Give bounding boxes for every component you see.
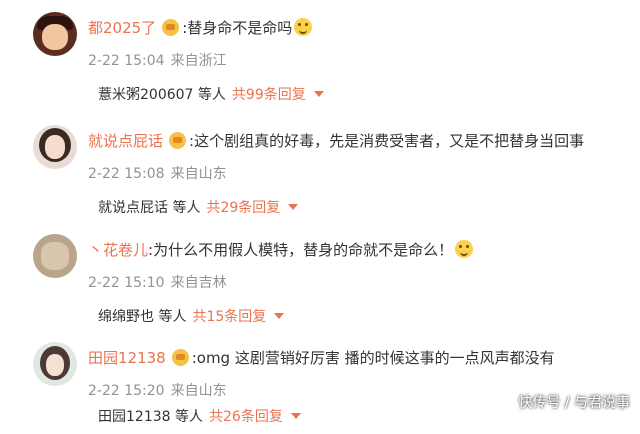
comment-body: 都2025了 :替身命不是命吗 <box>88 18 313 38</box>
username-link[interactable]: 丶花卷儿 <box>88 241 148 259</box>
caret-down-icon[interactable] <box>313 91 324 97</box>
reply-count-link[interactable]: 共15条回复 <box>192 309 266 325</box>
reply-names: 田园12138 等人 <box>98 409 203 425</box>
vip-crown-badge-icon <box>162 19 180 36</box>
comment-location: 来自浙江 <box>170 53 227 69</box>
caret-down-icon[interactable] <box>274 313 285 319</box>
comment-text: :omg 这剧营销好厉害 播的时候这事的一点风声都没有 <box>191 349 555 367</box>
comment-location: 来自山东 <box>170 166 227 182</box>
reply-count-link[interactable]: 共26条回复 <box>209 409 283 425</box>
vip-crown-badge-icon <box>171 349 189 366</box>
reply-summary[interactable]: 田园12138 等人 共26条回复 <box>98 406 301 426</box>
reply-count-link[interactable]: 共29条回复 <box>206 200 280 216</box>
comment-meta: 2-22 15:10 来自吉林 <box>88 272 227 292</box>
avatar[interactable] <box>33 12 77 56</box>
comment-body: 就说点屁话 :这个剧组真的好毒，先是消费受害者，又是不把替身当回事 <box>88 131 584 151</box>
smile-emoji-icon <box>294 18 313 36</box>
watermark: 快传号 / 与君说事 <box>518 395 630 411</box>
avatar[interactable] <box>33 234 77 278</box>
smile-emoji-icon <box>455 240 474 258</box>
caret-down-icon[interactable] <box>288 204 299 210</box>
comment-item: 田园12138 :omg 这剧营销好厉害 播的时候这事的一点风声都没有 2-22 … <box>0 330 640 434</box>
comment-text: :替身命不是命吗 <box>182 19 293 37</box>
comment-text: :这个剧组真的好毒，先是消费受害者，又是不把替身当回事 <box>189 132 585 150</box>
avatar[interactable] <box>33 125 77 169</box>
comment-meta: 2-22 15:20 来自山东 <box>88 380 227 400</box>
reply-names: 绵绵野也 等人 <box>98 309 187 325</box>
comment-item: 都2025了 :替身命不是命吗 2-22 15:04 来自浙江 薏米粥200607 … <box>0 0 640 104</box>
reply-summary[interactable]: 就说点屁话 等人 共29条回复 <box>98 197 299 217</box>
comment-time: 2-22 15:20 <box>88 383 165 399</box>
comment-body: 田园12138 :omg 这剧营销好厉害 播的时候这事的一点风声都没有 <box>88 348 555 368</box>
comment-location: 来自山东 <box>170 383 227 399</box>
comment-item: 丶花卷儿:为什么不用假人模特，替身的命就不是命么！ 2-22 15:10 来自吉林… <box>0 222 640 326</box>
username-link[interactable]: 就说点屁话 <box>88 132 163 150</box>
comment-item: 就说点屁话 :这个剧组真的好毒，先是消费受害者，又是不把替身当回事 2-22 15… <box>0 113 640 217</box>
comment-meta: 2-22 15:04 来自浙江 <box>88 50 227 70</box>
reply-summary[interactable]: 绵绵野也 等人 共15条回复 <box>98 306 285 326</box>
comment-time: 2-22 15:08 <box>88 166 165 182</box>
reply-count-link[interactable]: 共99条回复 <box>232 87 306 103</box>
username-link[interactable]: 田园12138 <box>88 349 166 367</box>
comment-location: 来自吉林 <box>170 275 227 291</box>
comment-text: :为什么不用假人模特，替身的命就不是命么！ <box>148 241 454 259</box>
reply-names: 薏米粥200607 等人 <box>98 87 226 103</box>
caret-down-icon[interactable] <box>290 413 301 419</box>
comment-body: 丶花卷儿:为什么不用假人模特，替身的命就不是命么！ <box>88 240 474 260</box>
comment-time: 2-22 15:04 <box>88 53 165 69</box>
vip-crown-badge-icon <box>169 132 187 149</box>
reply-summary[interactable]: 薏米粥200607 等人 共99条回复 <box>98 84 324 104</box>
avatar[interactable] <box>33 342 77 386</box>
reply-names: 就说点屁话 等人 <box>98 200 201 216</box>
comment-meta: 2-22 15:08 来自山东 <box>88 163 227 183</box>
comment-time: 2-22 15:10 <box>88 275 165 291</box>
username-link[interactable]: 都2025了 <box>88 19 156 37</box>
